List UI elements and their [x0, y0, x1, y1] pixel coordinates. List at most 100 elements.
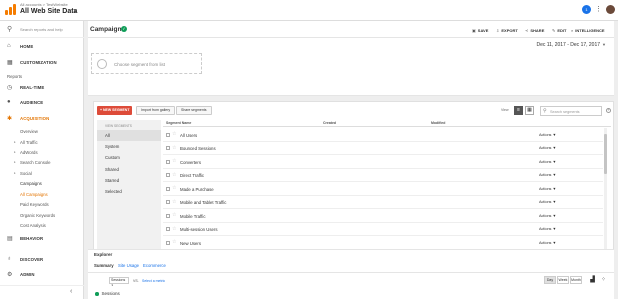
tab-site-usage[interactable]: Site Usage	[118, 263, 139, 268]
sidebar-sub-paid-keywords[interactable]: Paid Keywords	[20, 202, 49, 207]
metric-select[interactable]: Sessions ▼	[109, 277, 129, 287]
star-icon[interactable]: ☆	[172, 239, 176, 245]
sidebar-item-realtime[interactable]: ◷ REAL-TIME	[0, 81, 84, 95]
star-icon[interactable]: ☆	[172, 131, 176, 137]
motion-chart-icon[interactable]: ⁘	[599, 276, 608, 285]
table-row[interactable]: ☆ New Users Actions ▼	[163, 236, 603, 250]
share-button[interactable]: ≺ SHARE	[525, 28, 544, 33]
row-checkbox[interactable]	[166, 173, 170, 177]
table-row[interactable]: ☆ Bounced Sessions Actions ▼	[163, 142, 603, 155]
user-avatar[interactable]	[606, 5, 615, 14]
column-created[interactable]: Created	[323, 121, 336, 125]
view-segment-system[interactable]: System	[97, 141, 161, 152]
segment-table-scrollbar[interactable]	[604, 128, 607, 254]
row-actions-menu[interactable]: Actions ▼	[539, 146, 556, 150]
share-segments-button[interactable]: Share segments	[176, 106, 212, 115]
breadcrumb[interactable]: All accounts > TestWebsite	[20, 2, 68, 7]
row-checkbox[interactable]	[166, 132, 170, 137]
table-row[interactable]: ☆ Made a Purchase Actions ▼	[163, 182, 603, 196]
sidebar-item-audience[interactable]: ● AUDIENCE	[0, 96, 84, 110]
row-checkbox[interactable]	[166, 240, 170, 245]
table-row[interactable]: ☆ Mobile and Tablet Traffic Actions ▼	[163, 196, 603, 209]
tab-summary[interactable]: Summary	[94, 263, 114, 268]
sidebar-item-home[interactable]: ⌂ HOME	[0, 40, 84, 54]
row-actions-menu[interactable]: Actions ▼	[539, 241, 556, 245]
view-segment-starred[interactable]: Starred	[97, 175, 161, 186]
scrollbar-thumb[interactable]	[604, 134, 607, 174]
period-day-button[interactable]: Day	[544, 276, 556, 284]
sidebar-sub-overview[interactable]: Overview	[20, 129, 38, 134]
sidebar-sub-cost-analysis[interactable]: Cost Analysis	[20, 223, 46, 228]
row-checkbox[interactable]	[166, 227, 170, 231]
select-metric-link[interactable]: Select a metric	[142, 279, 165, 283]
view-segment-selected[interactable]: Selected	[97, 186, 161, 197]
period-week-button[interactable]: Week	[557, 276, 569, 284]
export-icon: ⇩	[496, 28, 500, 33]
period-month-button[interactable]: Month	[570, 276, 582, 284]
row-checkbox[interactable]	[166, 200, 170, 204]
sidebar-sub-social[interactable]: Social	[14, 171, 32, 176]
sidebar-collapse[interactable]: ‹	[0, 285, 84, 299]
column-segment-name[interactable]: Segment Name	[166, 121, 191, 125]
sidebar-item-behavior[interactable]: ▤ BEHAVIOR	[0, 232, 84, 246]
view-segment-custom[interactable]: Custom	[97, 152, 161, 163]
row-checkbox[interactable]	[166, 146, 170, 150]
table-row[interactable]: ☆ Converters Actions ▼	[163, 155, 603, 169]
star-icon[interactable]: ☆	[172, 145, 176, 151]
row-checkbox[interactable]	[166, 213, 170, 218]
row-actions-menu[interactable]: Actions ▼	[539, 187, 556, 191]
export-button[interactable]: ⇩ EXPORT	[496, 28, 518, 33]
import-gallery-button[interactable]: Import from gallery	[136, 106, 176, 115]
analytics-logo-icon[interactable]	[5, 4, 16, 15]
list-view-icon[interactable]: ≡	[514, 106, 523, 115]
sidebar-sub-campaigns[interactable]: Campaigns	[20, 181, 42, 186]
share-icon: ≺	[525, 28, 529, 33]
segment-search-input[interactable]: ⚲ Search segments	[540, 106, 602, 116]
sidebar-sub-search-console[interactable]: Search Console	[14, 160, 50, 165]
grid-view-icon[interactable]: ▦	[525, 106, 534, 115]
sidebar-item-acquisition[interactable]: ✱ ACQUISITION	[0, 112, 84, 126]
row-checkbox[interactable]	[166, 186, 170, 191]
account-dropdown-icon[interactable]: ▼	[73, 9, 78, 15]
star-icon[interactable]: ☆	[172, 226, 176, 232]
edit-button[interactable]: ✎ EDIT	[552, 28, 566, 33]
sidebar-item-admin[interactable]: ⚙ ADMIN	[0, 268, 84, 282]
star-icon[interactable]: ☆	[172, 185, 176, 191]
column-modified[interactable]: Modified	[431, 121, 445, 125]
row-checkbox[interactable]	[166, 159, 170, 164]
row-actions-menu[interactable]: Actions ▼	[539, 173, 556, 177]
table-row[interactable]: ☆ Direct Traffic Actions ▼	[163, 169, 603, 182]
row-actions-menu[interactable]: Actions ▼	[539, 214, 556, 218]
intelligence-button[interactable]: ⌕ INTELLIGENCE	[571, 28, 605, 33]
table-row[interactable]: ☆ Mobile Traffic Actions ▼	[163, 209, 603, 223]
sidebar-sub-adwords[interactable]: AdWords	[14, 150, 37, 155]
star-icon[interactable]: ☆	[172, 172, 176, 178]
tab-ecommerce[interactable]: Ecommerce	[143, 263, 166, 268]
row-actions-menu[interactable]: Actions ▼	[539, 200, 556, 204]
row-actions-menu[interactable]: Actions ▼	[539, 133, 556, 137]
date-range-picker[interactable]: Dec 11, 2017 - Dec 17, 2017 ▼	[536, 42, 606, 48]
sidebar-item-discover[interactable]: ♁ DISCOVER	[0, 253, 84, 267]
save-button[interactable]: ▣ SAVE	[472, 28, 488, 33]
choose-segment-slot[interactable]: Choose segment from list	[91, 53, 202, 74]
new-segment-button[interactable]: + NEW SEGMENT	[97, 106, 133, 115]
help-icon[interactable]: ?	[606, 108, 611, 113]
view-segment-all[interactable]: All	[97, 130, 161, 141]
sidebar-sub-all-traffic[interactable]: All Traffic	[14, 140, 37, 145]
star-icon[interactable]: ☆	[172, 212, 176, 218]
table-row[interactable]: ☆ All Users Actions ▼	[163, 128, 603, 142]
account-selector[interactable]: All Web Site Data	[20, 8, 77, 15]
sidebar-search[interactable]: ⚲ Search reports and help	[0, 21, 84, 38]
sidebar-sub-organic-keywords[interactable]: Organic Keywords	[20, 213, 55, 218]
sidebar-item-customization[interactable]: ▦ CUSTOMIZATION	[0, 56, 84, 70]
sidebar-sub-all-campaigns[interactable]: All Campaigns	[20, 192, 48, 197]
apps-grid-icon[interactable]: ⋮	[594, 5, 603, 14]
line-chart-icon[interactable]: ▟	[588, 276, 597, 285]
star-icon[interactable]: ☆	[172, 199, 176, 205]
row-actions-menu[interactable]: Actions ▼	[539, 160, 556, 164]
row-actions-menu[interactable]: Actions ▼	[539, 227, 556, 231]
view-segment-shared[interactable]: Shared	[97, 164, 161, 175]
table-row[interactable]: ☆ Multi-session Users Actions ▼	[163, 223, 603, 236]
star-icon[interactable]: ☆	[172, 158, 176, 164]
notifications-icon[interactable]: 1	[582, 5, 591, 14]
